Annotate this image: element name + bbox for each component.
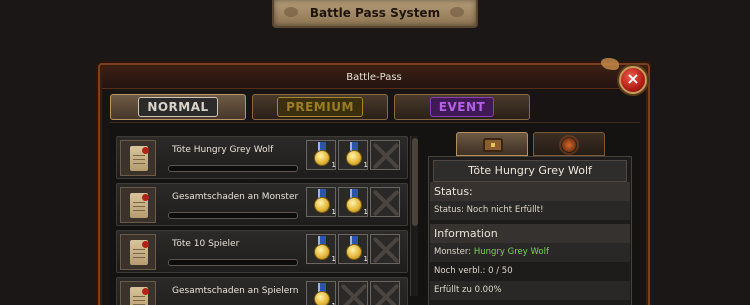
battle-pass-system-banner: Battle Pass System <box>272 0 478 28</box>
quest-scroll-icon <box>120 187 156 223</box>
medal-icon: 1 <box>314 236 336 263</box>
reward-slot-locked <box>370 234 400 264</box>
mission-name: Töte Hungry Grey Wolf <box>172 145 274 155</box>
tab-premium-label: PREMIUM <box>277 97 363 117</box>
close-button[interactable]: × <box>619 66 647 94</box>
info-heading: Information <box>430 224 630 243</box>
mission-progress-bar <box>168 259 298 266</box>
remaining-row: Noch verbl.: 0 / 50 <box>430 262 630 281</box>
sun-emblem-icon <box>561 137 577 153</box>
scrollbar-thumb[interactable] <box>412 138 418 226</box>
mission-list-scrollbar[interactable] <box>410 136 418 296</box>
medal-icon: 1 <box>314 189 336 216</box>
quest-scroll-icon <box>120 234 156 270</box>
medal-icon: 1 <box>346 142 368 169</box>
mission-row[interactable]: Töte 10 Spieler 1 1 <box>116 230 408 273</box>
mission-name: Gesamtschaden an Spielern <box>172 286 299 296</box>
mission-row[interactable]: Gesamtschaden an Spielern 1 <box>116 277 408 305</box>
mission-progress-bar <box>168 165 298 172</box>
mission-row[interactable]: Gesamtschaden an Monster 1 1 <box>116 183 408 226</box>
status-row: Status: Noch nicht Erfüllt! <box>430 201 630 220</box>
tab-rewards-chest[interactable] <box>456 132 528 156</box>
detail-title: Töte Hungry Grey Wolf <box>433 160 627 182</box>
chest-icon <box>483 138 503 152</box>
status-heading: Status: <box>430 182 630 201</box>
quest-scroll-icon <box>120 281 156 305</box>
fulfilled-label: Erfüllt zu <box>434 285 472 295</box>
tab-normal[interactable]: NORMAL <box>110 94 246 120</box>
reward-slot-locked <box>370 187 400 217</box>
reward-slot-locked <box>338 281 368 305</box>
mission-name: Töte 10 Spieler <box>172 239 240 249</box>
medal-icon: 1 <box>346 236 368 263</box>
banner-ornament-icon <box>450 7 464 17</box>
tab-event-label: EVENT <box>429 97 495 117</box>
banner-title: Battle Pass System <box>309 6 441 20</box>
mission-row[interactable]: Töte Hungry Grey Wolf 1 1 <box>116 136 408 179</box>
reward-slot-medal[interactable]: 1 <box>338 234 368 264</box>
medal-icon: 1 <box>346 189 368 216</box>
quest-scroll-icon <box>120 140 156 176</box>
mission-detail-panel: Töte Hungry Grey Wolf Status: Status: No… <box>428 156 632 305</box>
tab-event[interactable]: EVENT <box>394 94 530 120</box>
reward-slot-medal[interactable]: 1 <box>306 140 336 170</box>
reward-slot-medal[interactable]: 1 <box>338 187 368 217</box>
remaining-value: 0 / 50 <box>488 266 513 276</box>
monster-label: Monster: <box>434 247 472 257</box>
banner-ornament-icon <box>284 7 298 17</box>
window-titlebar[interactable]: Battle-Pass <box>102 67 646 89</box>
medal-icon: 1 <box>314 142 336 169</box>
monster-row: Monster: Hungry Grey Wolf <box>430 243 630 262</box>
fulfilled-value: 0.00% <box>474 285 502 295</box>
remaining-label: Noch verbl.: <box>434 266 486 276</box>
tab-sun-emblem[interactable] <box>533 132 605 156</box>
reward-slot-locked <box>370 281 400 305</box>
reward-slot-medal[interactable]: 1 <box>306 187 336 217</box>
mission-progress-bar <box>168 212 298 219</box>
reward-slot-medal[interactable]: 1 <box>306 281 336 305</box>
tab-normal-label: NORMAL <box>138 97 218 117</box>
reward-slot-medal[interactable]: 1 <box>338 140 368 170</box>
reward-slot-medal[interactable]: 1 <box>306 234 336 264</box>
tab-premium[interactable]: PREMIUM <box>252 94 388 120</box>
window-title: Battle-Pass <box>346 72 402 83</box>
fulfilled-row: Erfüllt zu 0.00% <box>430 281 630 300</box>
status-value: Noch nicht Erfüllt! <box>466 205 544 215</box>
status-label: Status: <box>434 205 464 215</box>
reward-slot-locked <box>370 140 400 170</box>
mission-name: Gesamtschaden an Monster <box>172 192 299 202</box>
medal-icon: 1 <box>314 283 336 305</box>
monster-value: Hungry Grey Wolf <box>473 247 549 257</box>
